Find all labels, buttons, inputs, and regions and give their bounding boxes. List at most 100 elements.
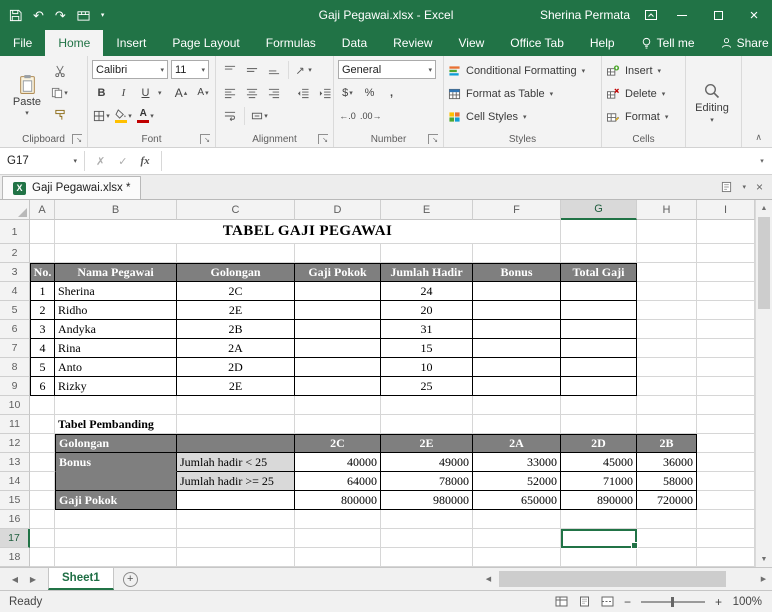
zoom-out-icon[interactable]: − — [624, 595, 631, 609]
save-icon[interactable] — [9, 9, 22, 22]
cell[interactable] — [295, 339, 381, 358]
table-header-cell[interactable]: Nama Pegawai — [55, 263, 177, 282]
pembanding-caption-cell[interactable]: Tabel Pembanding — [55, 415, 177, 434]
cell[interactable] — [697, 415, 755, 434]
table-header-cell[interactable]: Total Gaji — [561, 263, 637, 282]
format-cells-button[interactable]: Format ▾ — [606, 106, 681, 128]
increase-font-size-icon[interactable]: A ▴ — [172, 83, 191, 102]
name-box-caret-icon[interactable]: ▾ — [73, 157, 77, 165]
cell[interactable] — [30, 491, 55, 510]
format-as-table-button[interactable]: Format as Table ▾ — [448, 83, 597, 105]
cut-icon[interactable] — [50, 61, 69, 80]
cell[interactable] — [697, 510, 755, 529]
cell[interactable] — [30, 472, 55, 491]
cell[interactable]: 2 — [30, 301, 55, 320]
sheet-nav-right-icon[interactable]: ▶ — [24, 575, 42, 584]
cell[interactable] — [637, 510, 697, 529]
cell[interactable] — [30, 434, 55, 453]
cell-styles-button[interactable]: Cell Styles ▾ — [448, 106, 597, 128]
vertical-scroll-track[interactable] — [756, 216, 772, 551]
cell[interactable]: 52000 — [473, 472, 561, 491]
cell[interactable] — [177, 396, 295, 415]
cell[interactable] — [561, 244, 637, 263]
insert-function-icon[interactable]: fx — [140, 155, 149, 167]
tab-office-tab[interactable]: Office Tab — [497, 30, 577, 56]
cell[interactable] — [177, 548, 295, 567]
cell[interactable] — [473, 301, 561, 320]
cell[interactable] — [473, 282, 561, 301]
cell[interactable] — [295, 301, 381, 320]
cell[interactable] — [381, 529, 473, 548]
wrap-text-icon[interactable] — [220, 106, 239, 125]
font-size-select[interactable]: 11 ▾ — [171, 60, 209, 79]
cell[interactable] — [697, 396, 755, 415]
cell[interactable] — [177, 491, 295, 510]
ribbon-display-options-icon[interactable] — [644, 8, 658, 22]
cell[interactable]: 650000 — [473, 491, 561, 510]
cell[interactable] — [55, 548, 177, 567]
cell[interactable] — [473, 320, 561, 339]
cell[interactable] — [381, 510, 473, 529]
cell[interactable] — [295, 282, 381, 301]
cell[interactable]: 33000 — [473, 453, 561, 472]
copy-icon[interactable]: ▾ — [50, 83, 69, 102]
align-left-icon[interactable] — [220, 83, 239, 102]
scroll-left-icon[interactable]: ◀ — [480, 568, 497, 590]
row-header[interactable]: 3 — [0, 263, 30, 282]
tab-help[interactable]: Help — [577, 30, 628, 56]
tab-page-layout[interactable]: Page Layout — [159, 30, 252, 56]
page-break-view-icon[interactable] — [601, 596, 614, 607]
cell[interactable] — [637, 244, 697, 263]
cell[interactable] — [177, 510, 295, 529]
conditional-formatting-button[interactable]: Conditional Formatting ▾ — [448, 60, 597, 82]
cell[interactable] — [637, 339, 697, 358]
cell[interactable] — [55, 529, 177, 548]
cell[interactable]: 1 — [30, 282, 55, 301]
row-header[interactable]: 11 — [0, 415, 30, 434]
column-header-E[interactable]: E — [381, 200, 473, 220]
cell[interactable]: 25 — [381, 377, 473, 396]
increase-indent-icon[interactable] — [315, 83, 334, 102]
decrease-font-size-icon[interactable]: A ▾ — [194, 83, 213, 102]
zoom-level[interactable]: 100% — [732, 596, 762, 608]
cell[interactable] — [473, 339, 561, 358]
zoom-slider[interactable] — [640, 596, 705, 607]
cell[interactable] — [697, 320, 755, 339]
comma-style-icon[interactable]: , — [382, 83, 401, 102]
enter-icon[interactable]: ✓ — [118, 155, 127, 168]
cell[interactable]: 980000 — [381, 491, 473, 510]
cell[interactable]: 3 — [30, 320, 55, 339]
cell[interactable] — [697, 434, 755, 453]
alignment-dialog-launcher-icon[interactable]: ↘ — [318, 134, 328, 144]
cell[interactable] — [473, 377, 561, 396]
tab-insert[interactable]: Insert — [103, 30, 159, 56]
cell[interactable] — [55, 244, 177, 263]
cell[interactable] — [30, 453, 55, 472]
cell[interactable] — [295, 548, 381, 567]
cell[interactable] — [637, 377, 697, 396]
align-middle-icon[interactable] — [242, 60, 261, 79]
cell[interactable]: 2E — [177, 301, 295, 320]
close-button[interactable]: × — [736, 0, 772, 30]
orientation-icon[interactable]: ▾ — [294, 60, 313, 79]
cell[interactable] — [55, 472, 177, 491]
cell[interactable] — [295, 320, 381, 339]
cell[interactable] — [295, 529, 381, 548]
formula-input[interactable] — [162, 148, 752, 174]
cell[interactable]: 2A — [473, 434, 561, 453]
editing-button[interactable]: Editing ▾ — [690, 59, 734, 147]
vertical-scroll-thumb[interactable] — [758, 217, 770, 309]
decrease-indent-icon[interactable] — [293, 83, 312, 102]
zoom-slider-thumb[interactable] — [670, 596, 674, 607]
cell[interactable] — [637, 320, 697, 339]
minimize-button[interactable] — [664, 0, 700, 30]
table-header-cell[interactable]: Gaji Pokok — [295, 263, 381, 282]
selected-cell-G17[interactable] — [561, 529, 638, 549]
cell[interactable]: 64000 — [295, 472, 381, 491]
cell[interactable]: 58000 — [637, 472, 697, 491]
cell[interactable]: 15 — [381, 339, 473, 358]
cell[interactable]: 31 — [381, 320, 473, 339]
cell[interactable] — [697, 220, 755, 244]
cell[interactable]: 36000 — [637, 453, 697, 472]
cell[interactable]: 2D — [561, 434, 637, 453]
